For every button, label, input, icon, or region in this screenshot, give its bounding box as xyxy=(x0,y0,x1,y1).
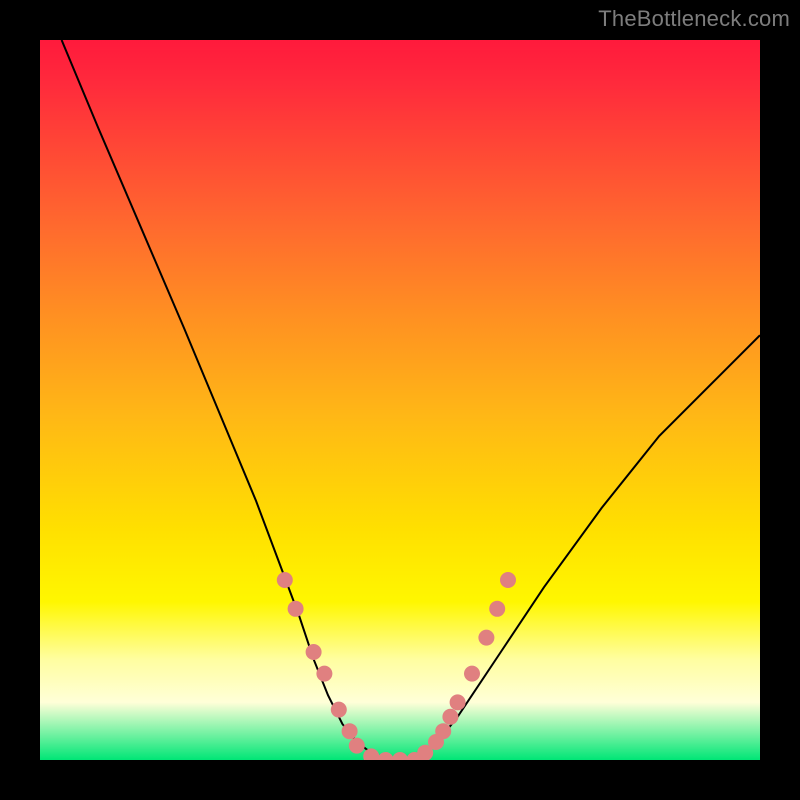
highlight-dot-3 xyxy=(316,666,332,682)
highlight-dot-2 xyxy=(306,644,322,660)
highlight-dot-0 xyxy=(277,572,293,588)
highlight-dot-16 xyxy=(464,666,480,682)
highlight-dot-13 xyxy=(435,723,451,739)
highlight-dot-5 xyxy=(342,723,358,739)
left-curve xyxy=(62,40,386,760)
right-curve xyxy=(414,335,760,760)
highlight-dot-6 xyxy=(349,738,365,754)
highlight-dot-1 xyxy=(288,601,304,617)
chart-frame: TheBottleneck.com xyxy=(0,0,800,800)
highlight-dots xyxy=(277,572,516,760)
highlight-dot-8 xyxy=(378,752,394,760)
left-curve-path xyxy=(62,40,386,760)
highlight-dot-14 xyxy=(442,709,458,725)
highlight-dot-15 xyxy=(450,694,466,710)
highlight-dot-17 xyxy=(478,630,494,646)
highlight-dot-18 xyxy=(489,601,505,617)
watermark-text: TheBottleneck.com xyxy=(598,6,790,32)
right-curve-path xyxy=(414,335,760,760)
curve-layer xyxy=(40,40,760,760)
highlight-dot-7 xyxy=(363,748,379,760)
highlight-dot-4 xyxy=(331,702,347,718)
highlight-dot-9 xyxy=(392,752,408,760)
highlight-dot-19 xyxy=(500,572,516,588)
plot-area xyxy=(40,40,760,760)
